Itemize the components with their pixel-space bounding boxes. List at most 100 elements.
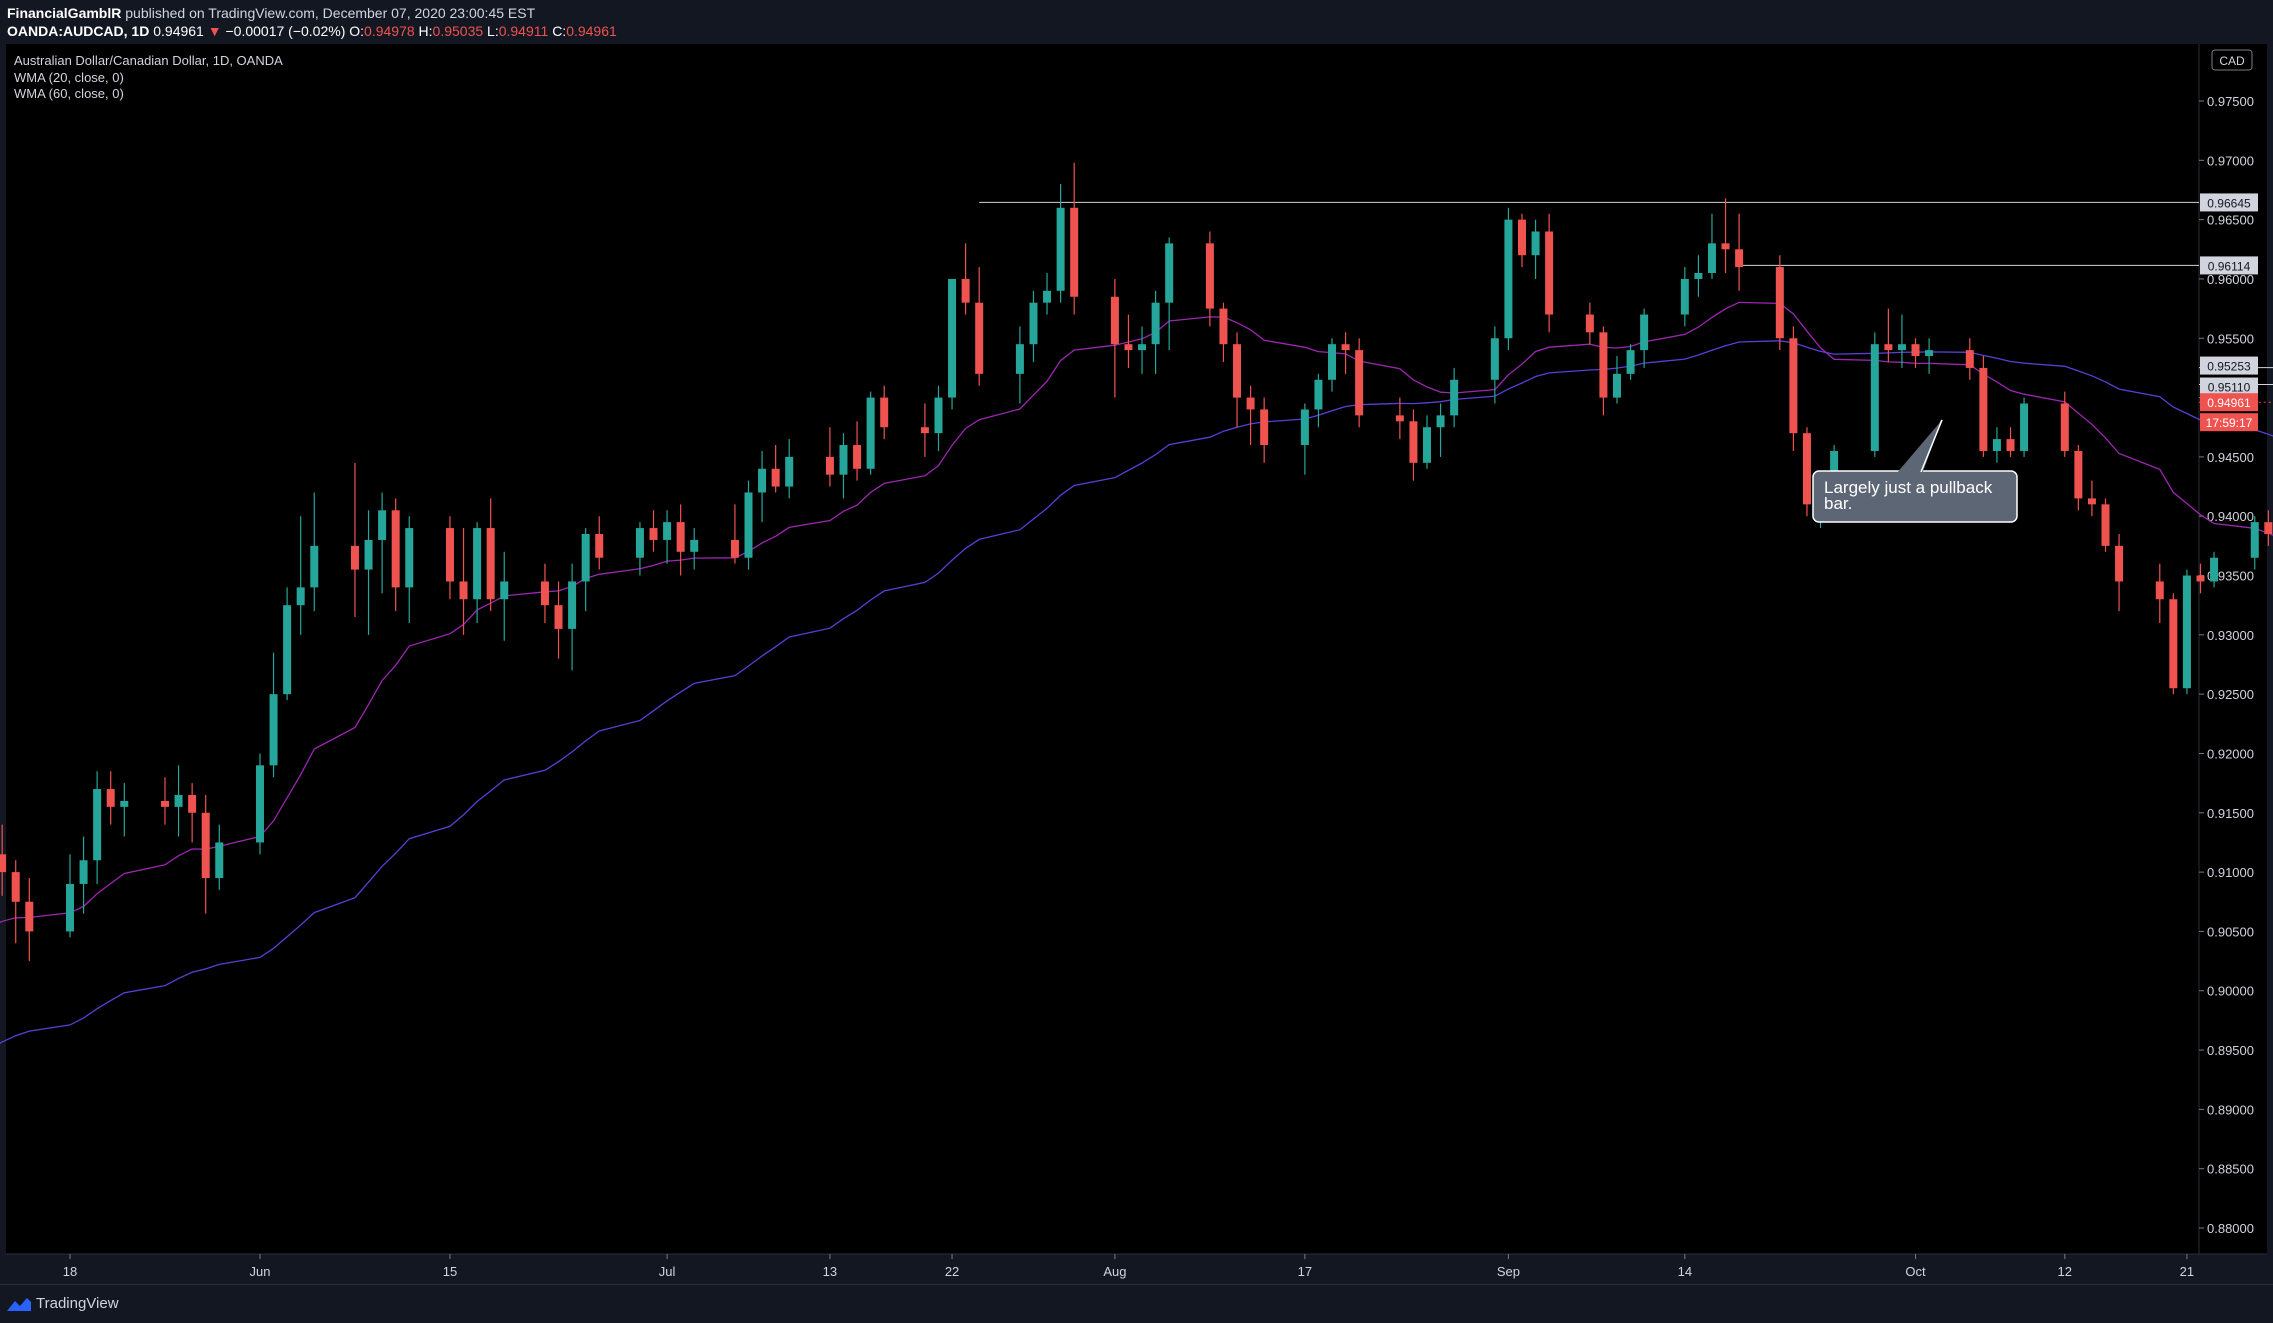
candle-body (758, 468, 767, 493)
plot-area[interactable] (6, 44, 2199, 1254)
change-value: −0.00017 (−0.02%) (225, 23, 346, 39)
candle-body (1897, 344, 1906, 351)
legend-wma20[interactable]: WMA (20, close, 0) (14, 70, 124, 85)
close-value: 0.94961 (566, 23, 617, 39)
candle-body (486, 528, 495, 600)
candle-body (1721, 243, 1730, 250)
candle-body (2060, 403, 2069, 451)
price-tag-label: 0.96645 (2207, 196, 2251, 210)
candle-body (1328, 344, 1337, 380)
candle-body (1707, 243, 1716, 274)
y-tick-label: 0.90500 (2207, 924, 2254, 939)
x-tick-label: Oct (1905, 1264, 1926, 1279)
candle-body (391, 510, 400, 588)
x-tick-label: 18 (63, 1264, 77, 1279)
candle-body (11, 872, 20, 902)
candle-body (350, 545, 359, 570)
candle-body (1992, 439, 2001, 451)
x-tick-label: Sep (1497, 1264, 1520, 1279)
candle-body (2087, 498, 2096, 505)
candle-body (730, 539, 739, 558)
candle-body (853, 445, 862, 469)
candle-body (948, 278, 957, 398)
candle-body (554, 605, 563, 629)
legend-wma60[interactable]: WMA (60, close, 0) (14, 86, 124, 101)
x-tick-label: 15 (443, 1264, 457, 1279)
candle-body (2210, 557, 2219, 582)
candle-body (1775, 267, 1784, 339)
price-chart[interactable]: 0.975000.970000.965000.960000.955000.950… (0, 42, 2273, 1284)
candle-body (785, 456, 794, 487)
x-tick-label: 12 (2058, 1264, 2072, 1279)
y-tick-label: 0.91000 (2207, 865, 2254, 880)
candle-body (93, 789, 102, 861)
candle-body (839, 445, 848, 475)
candle-body (1640, 314, 1649, 351)
candle-body (1409, 421, 1418, 463)
candle-body (1490, 338, 1499, 380)
candle-body (310, 545, 319, 588)
candle-body (1680, 278, 1689, 315)
candle-body (2250, 522, 2259, 558)
candle-body (255, 765, 264, 843)
y-tick-label: 0.94500 (2207, 450, 2254, 465)
candle-body (676, 522, 685, 552)
x-tick-label: 14 (1678, 1264, 1692, 1279)
header-bar: FinancialGamblR published on TradingView… (0, 0, 2273, 42)
candle-body (1531, 231, 1540, 256)
candle-body (1056, 207, 1065, 291)
candle-body (1585, 314, 1594, 333)
currency-label: CAD (2219, 54, 2245, 68)
price-tag-label: 0.95110 (2208, 381, 2251, 395)
candle-body (2264, 522, 2273, 535)
candle-body (1517, 219, 1526, 256)
candle-body (2115, 545, 2124, 582)
candle-body (1911, 344, 1920, 357)
candle-body (1151, 302, 1160, 345)
open-value: 0.94978 (364, 23, 415, 39)
close-label: C: (552, 23, 567, 39)
candle-body (866, 397, 875, 469)
candle-body (1979, 367, 1988, 451)
candle-body (1802, 433, 1811, 505)
candle-body (1233, 344, 1242, 398)
candle-body (445, 528, 454, 582)
candle-body (920, 427, 929, 434)
y-tick-label: 0.94000 (2207, 509, 2254, 524)
candle-body (296, 587, 305, 606)
candle-body (663, 522, 672, 540)
y-tick-label: 0.88000 (2207, 1221, 2254, 1236)
candle-body (649, 528, 658, 540)
x-tick-label: Aug (1103, 1264, 1126, 1279)
y-tick-label: 0.92000 (2207, 746, 2254, 761)
brand[interactable]: TradingView (6, 1295, 119, 1312)
price-tag-label: 0.95253 (2207, 360, 2251, 374)
candle-body (1029, 302, 1038, 345)
candle-body (1219, 308, 1228, 345)
candle-body (2006, 439, 2015, 451)
y-tick-label: 0.89000 (2207, 1102, 2254, 1117)
candle-body (188, 794, 197, 813)
candle-body (2074, 450, 2083, 499)
candle-body (1870, 344, 1879, 451)
y-tick-label: 0.96500 (2207, 213, 2254, 228)
y-tick-label: 0.97500 (2207, 94, 2254, 109)
publisher-name[interactable]: FinancialGamblR (7, 5, 121, 21)
candle-body (1355, 350, 1364, 416)
candle-body (1735, 249, 1744, 268)
tradingview-logo-icon (7, 1298, 31, 1312)
candle-body (1165, 243, 1174, 303)
legend-title: Australian Dollar/Canadian Dollar, 1D, O… (14, 53, 283, 68)
candle-body (283, 605, 292, 695)
y-tick-label: 0.95500 (2207, 331, 2254, 346)
y-tick-label: 0.90000 (2207, 984, 2254, 999)
candle-body (1694, 273, 1703, 279)
candle-body (1395, 415, 1404, 422)
candle-body (1043, 290, 1052, 303)
candle-body (2020, 403, 2029, 451)
candle-body (79, 860, 88, 884)
candle-body (2101, 504, 2110, 546)
candle-body (2169, 599, 2178, 689)
footer-bar: TradingView (0, 1284, 2273, 1323)
candle-body (106, 789, 115, 807)
